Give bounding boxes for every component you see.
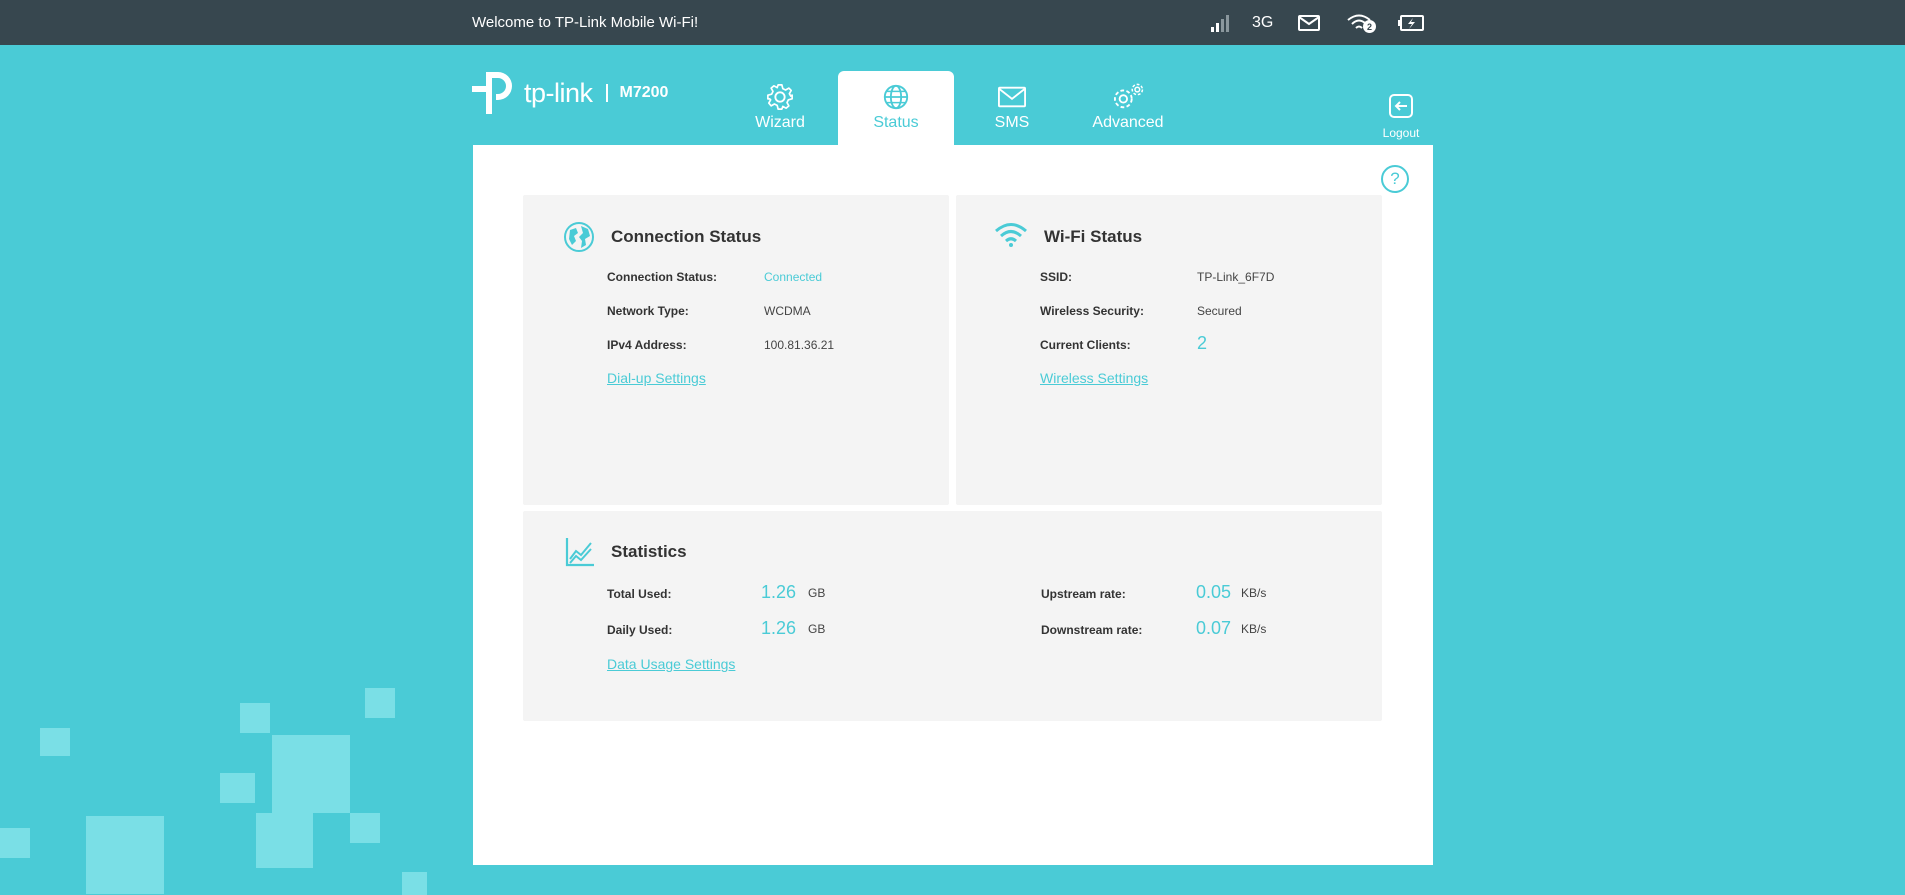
ssid-label: SSID: [1040, 270, 1073, 284]
connection-status-label: Connection Status: [607, 270, 717, 284]
chart-icon [565, 538, 594, 567]
downstream-rate-label: Downstream rate: [1041, 623, 1143, 637]
tab-advanced[interactable]: Advanced [1070, 71, 1186, 145]
tab-sms[interactable]: SMS [954, 71, 1070, 145]
wifi-status-title: Wi-Fi Status [1044, 227, 1143, 246]
wifi-icon [995, 223, 1027, 247]
logo-divider [605, 84, 608, 102]
welcome-text: Welcome to TP-Link Mobile Wi-Fi! [472, 14, 699, 31]
globe-icon [564, 222, 594, 252]
battery-icon [1398, 11, 1424, 35]
total-used-unit: GB [808, 586, 826, 600]
brand-name: tp-link [524, 77, 593, 108]
tab-wizard-label: Wizard [755, 114, 805, 131]
top-status-bar: Welcome to TP-Link Mobile Wi-Fi! 3G 2 [0, 0, 1905, 45]
network-type-value: WCDMA [764, 304, 811, 318]
ipv4-address-label: IPv4 Address: [607, 338, 687, 352]
downstream-rate-unit: KB/s [1241, 622, 1267, 636]
network-type-label: 3G [1252, 14, 1274, 31]
daily-used-label: Daily Used: [607, 623, 673, 637]
upstream-rate-label: Upstream rate: [1041, 587, 1126, 601]
gear-icon [767, 84, 793, 110]
connection-status-title: Connection Status [611, 227, 762, 246]
upstream-rate-value: 0.05 [1196, 582, 1232, 602]
total-used-label: Total Used: [607, 587, 672, 601]
ssid-value: TP-Link_6F7D [1197, 270, 1275, 284]
current-clients-label: Current Clients: [1040, 338, 1131, 352]
upstream-rate-unit: KB/s [1241, 586, 1267, 600]
mail-icon[interactable] [1298, 11, 1320, 35]
wireless-security-value: Secured [1197, 304, 1242, 318]
network-type-label: Network Type: [607, 304, 689, 318]
downstream-rate-value: 0.07 [1196, 618, 1232, 638]
ipv4-address-value: 100.81.36.21 [764, 338, 835, 352]
wifi-icon[interactable]: 2 [1346, 11, 1376, 35]
tab-wizard[interactable]: Wizard [722, 71, 838, 145]
total-used-value: 1.26 [761, 582, 797, 602]
globe-icon [883, 84, 909, 110]
connection-status-card: Connection Status Connection Status: Con… [523, 195, 949, 505]
brand-logo: tp-link M7200 [472, 68, 668, 118]
current-clients-value: 2 [1197, 333, 1208, 353]
envelope-icon [998, 86, 1026, 108]
help-icon[interactable]: ? [1381, 165, 1409, 193]
statistics-card: Statistics Total Used: 1.26 GB Daily Use… [523, 511, 1382, 721]
data-usage-settings-link[interactable]: Data Usage Settings [607, 656, 735, 672]
tab-status[interactable]: Status [838, 71, 954, 145]
wireless-security-label: Wireless Security: [1040, 304, 1144, 318]
tp-link-logo-icon [472, 72, 512, 114]
gears-icon [1114, 83, 1144, 109]
wifi-clients-badge: 2 [1363, 20, 1376, 33]
dial-up-settings-link[interactable]: Dial-up Settings [607, 370, 706, 386]
logout-button[interactable]: Logout [1381, 93, 1421, 140]
connection-status-value: Connected [764, 270, 823, 284]
statistics-title: Statistics [611, 542, 687, 561]
daily-used-unit: GB [808, 622, 826, 636]
wifi-status-card: Wi-Fi Status SSID: TP-Link_6F7D Wireless… [956, 195, 1382, 505]
tab-advanced-label: Advanced [1092, 114, 1164, 131]
tab-sms-label: SMS [994, 114, 1030, 131]
tab-status-label: Status [873, 114, 919, 131]
daily-used-value: 1.26 [761, 618, 797, 638]
logout-icon [1389, 94, 1413, 118]
logout-label: Logout [1382, 126, 1420, 140]
model-name: M7200 [619, 84, 669, 101]
wireless-settings-link[interactable]: Wireless Settings [1040, 370, 1148, 386]
signal-icon [1210, 11, 1230, 35]
